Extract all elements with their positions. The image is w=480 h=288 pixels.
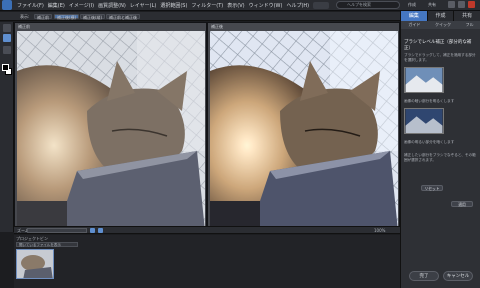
- reset-button[interactable]: リセット: [421, 185, 443, 191]
- actual-pixels-icon[interactable]: [98, 228, 103, 233]
- photoshop-elements-window: ファイル(F) 編集(E) イメージ(I) 画質調整(N) レイヤー(L) 選択…: [0, 0, 480, 288]
- menu-edit[interactable]: 編集(E): [48, 2, 65, 9]
- apply-button[interactable]: 適用: [451, 201, 473, 207]
- guided-instructions: ブラシでドラッグして、補正を適用する部分を選択します。: [404, 53, 476, 62]
- view-before-button[interactable]: 補正前: [34, 14, 52, 20]
- tab-quick[interactable]: クイック: [435, 21, 451, 29]
- guided-heading: ブラシでレベル補正（部分的な補正）: [404, 40, 472, 51]
- fit-screen-icon[interactable]: [90, 228, 95, 233]
- right-panel: 編集 作成 共有 ガイド クイック フル ブラシでレベル補正（部分的な補正） ブ…: [400, 11, 480, 288]
- maximize-icon[interactable]: [458, 1, 465, 8]
- share-button[interactable]: 共有: [428, 1, 436, 9]
- app-logo-icon[interactable]: [2, 0, 12, 10]
- menu-file[interactable]: ファイル(F): [17, 2, 44, 9]
- menu-bar: ファイル(F) 編集(E) イメージ(I) 画質調整(N) レイヤー(L) 選択…: [0, 0, 480, 11]
- minimize-icon[interactable]: [448, 1, 455, 8]
- bin-filter-select[interactable]: 開いているファイルを表示: [16, 242, 78, 247]
- cancel-button[interactable]: キャンセル: [443, 271, 473, 281]
- zoom-bar: ズーム: 100%: [14, 226, 400, 234]
- after-image[interactable]: [210, 31, 398, 231]
- done-button[interactable]: 完了: [409, 271, 439, 281]
- project-bin: プロジェクトビン 開いているファイルを表示: [14, 235, 400, 288]
- menu-list: ファイル(F) 編集(E) イメージ(I) 画質調整(N) レイヤー(L) 選択…: [17, 2, 309, 9]
- quick-selection-icon[interactable]: [3, 46, 11, 54]
- before-label: 補正前: [18, 24, 30, 29]
- menu-help[interactable]: ヘルプ(H): [286, 2, 309, 9]
- help-search-input[interactable]: ヘルプを検索: [336, 1, 400, 9]
- bin-thumbnail[interactable]: [16, 249, 54, 279]
- zoom-tool-icon[interactable]: [3, 24, 11, 32]
- menu-enhance[interactable]: 画質調整(N): [98, 2, 126, 9]
- menu-layer[interactable]: レイヤー(L): [130, 2, 157, 9]
- menu-image[interactable]: イメージ(I): [69, 2, 94, 9]
- menu-window[interactable]: ウィンドウ(W): [249, 2, 283, 9]
- zoom-value: 100%: [374, 228, 386, 233]
- view-after-vertical-button[interactable]: 補正後(縦): [80, 14, 106, 20]
- panel-tabs: 編集 作成 共有: [401, 11, 480, 21]
- tab-edit[interactable]: 編集: [401, 11, 428, 21]
- view-label: 表示:: [20, 14, 30, 19]
- tab-create[interactable]: 作成: [427, 11, 455, 21]
- view-before-after-button[interactable]: 補正前と補正後: [106, 14, 140, 20]
- lighten-caption: 画像の暗い部分を明るくします: [404, 99, 455, 103]
- view-after-horizontal-button[interactable]: 補正後(横): [54, 14, 80, 20]
- edit-mode-tabs: ガイド クイック フル: [401, 21, 480, 29]
- tools-panel: [0, 22, 14, 232]
- tab-guided[interactable]: ガイド: [408, 21, 420, 29]
- before-image[interactable]: [17, 31, 205, 231]
- after-label: 補正後: [211, 24, 223, 29]
- tab-share[interactable]: 共有: [454, 11, 480, 21]
- create-button[interactable]: 作成: [408, 1, 416, 9]
- menu-filter[interactable]: フィルター(T): [191, 2, 223, 9]
- close-icon[interactable]: [468, 1, 475, 8]
- menu-select[interactable]: 選択範囲(S): [160, 2, 187, 9]
- foreground-color-swatch[interactable]: [2, 64, 9, 71]
- workspace-dropdown[interactable]: [313, 1, 330, 9]
- guided-edit-content: ブラシでレベル補正（部分的な補正） ブラシでドラッグして、補正を適用する部分を選…: [404, 33, 478, 163]
- lighten-example-image[interactable]: [404, 67, 444, 93]
- tab-full[interactable]: フル: [466, 21, 474, 29]
- zoom-slider[interactable]: [27, 228, 87, 233]
- hand-tool-icon[interactable]: [3, 34, 11, 42]
- after-pane: 補正後: [207, 22, 400, 234]
- before-pane: 補正前: [14, 22, 207, 234]
- menu-view[interactable]: 表示(V): [227, 2, 244, 9]
- darken-caption: 画像の明るい部分を暗くします: [404, 140, 455, 144]
- guided-instructions-2: 補正したい部分をブラシでなぞると、その範囲が選択されます。: [404, 153, 476, 162]
- darken-example-image[interactable]: [404, 108, 444, 134]
- view-toolbar: 表示: 補正前 補正後(横) 補正後(縦) 補正前と補正後: [0, 12, 400, 21]
